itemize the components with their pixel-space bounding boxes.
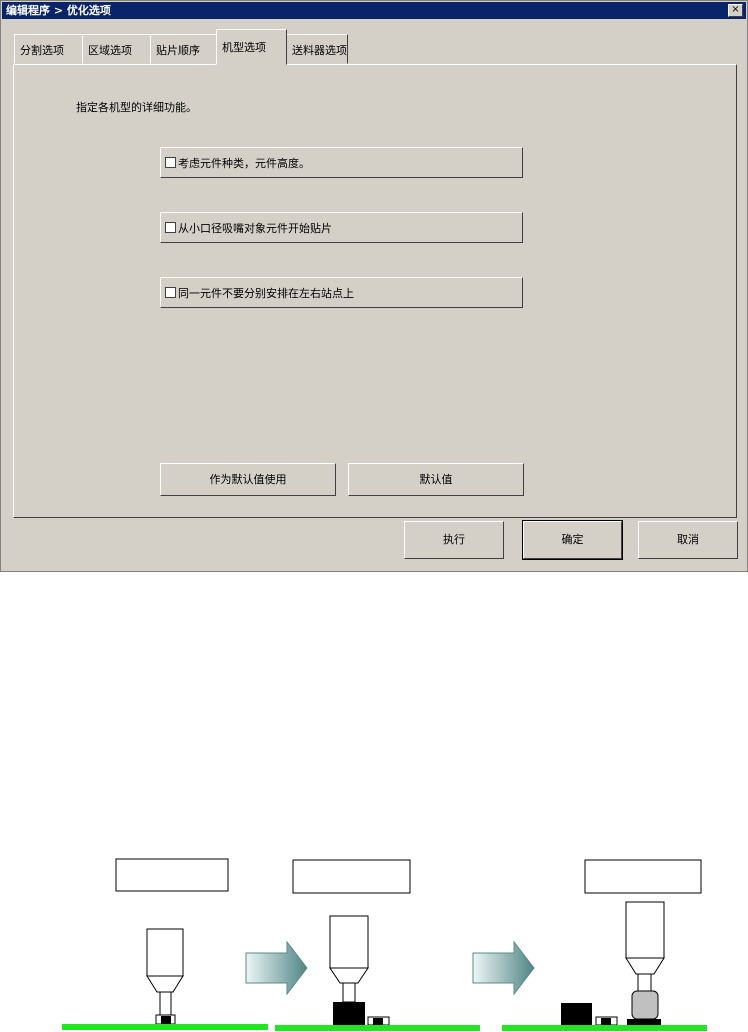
tab-label: 区域选项 [88, 44, 132, 57]
use-as-default-button[interactable]: 作为默认值使用 [160, 463, 336, 496]
caption-box-1 [115, 858, 229, 892]
small-nozzle-figure [62, 928, 268, 1030]
default-values-button[interactable]: 默认值 [348, 463, 524, 496]
checkbox[interactable] [165, 222, 176, 233]
option-small-nozzle-first[interactable]: 从小口径吸嘴对象元件开始贴片 [160, 212, 523, 243]
caption-box-3 [584, 859, 702, 894]
tab-label: 分割选项 [20, 44, 64, 57]
ok-button[interactable]: 确定 [522, 520, 623, 560]
tab-split[interactable]: 分割选项 [14, 34, 83, 64]
panel-description: 指定各机型的详细功能。 [76, 101, 197, 114]
option-consider-component-type[interactable]: 考虑元件种类，元件高度。 [160, 147, 523, 178]
tab-label: 贴片顺序 [156, 44, 200, 57]
tab-feeder-options[interactable]: 送料器选项 [286, 34, 348, 64]
option-label: 同一元件不要分别安排在左右站点上 [178, 287, 354, 300]
tab-mount-order[interactable]: 贴片顺序 [150, 34, 217, 64]
tab-label: 送料器选项 [292, 44, 347, 57]
optimization-options-dialog: 编辑程序 > 优化选项 × 分割选项 区域选项 贴片顺序 机型选项 送料器选项 … [0, 0, 748, 572]
window-title: 编辑程序 > 优化选项 [6, 4, 111, 17]
tab-machine-options[interactable]: 机型选项 [216, 29, 287, 65]
checkbox[interactable] [165, 287, 176, 298]
cancel-button[interactable]: 取消 [638, 521, 738, 559]
option-label: 从小口径吸嘴对象元件开始贴片 [178, 222, 332, 235]
arrow-icon [245, 940, 308, 996]
option-same-component-one-station[interactable]: 同一元件不要分别安排在左右站点上 [160, 277, 523, 308]
execute-button[interactable]: 执行 [404, 521, 504, 559]
nozzle-sequence-diagram [62, 858, 707, 1031]
close-button[interactable]: × [728, 4, 743, 17]
close-icon: × [731, 4, 740, 15]
caption-box-2 [292, 859, 411, 894]
tab-area[interactable]: 区域选项 [82, 34, 151, 64]
tab-label: 机型选项 [222, 41, 266, 54]
option-label: 考虑元件种类，元件高度。 [178, 157, 310, 170]
checkbox[interactable] [165, 157, 176, 168]
arrow-icon [472, 940, 535, 996]
title-bar: 编辑程序 > 优化选项 × [2, 2, 746, 19]
medium-nozzle-figure [275, 915, 480, 1031]
